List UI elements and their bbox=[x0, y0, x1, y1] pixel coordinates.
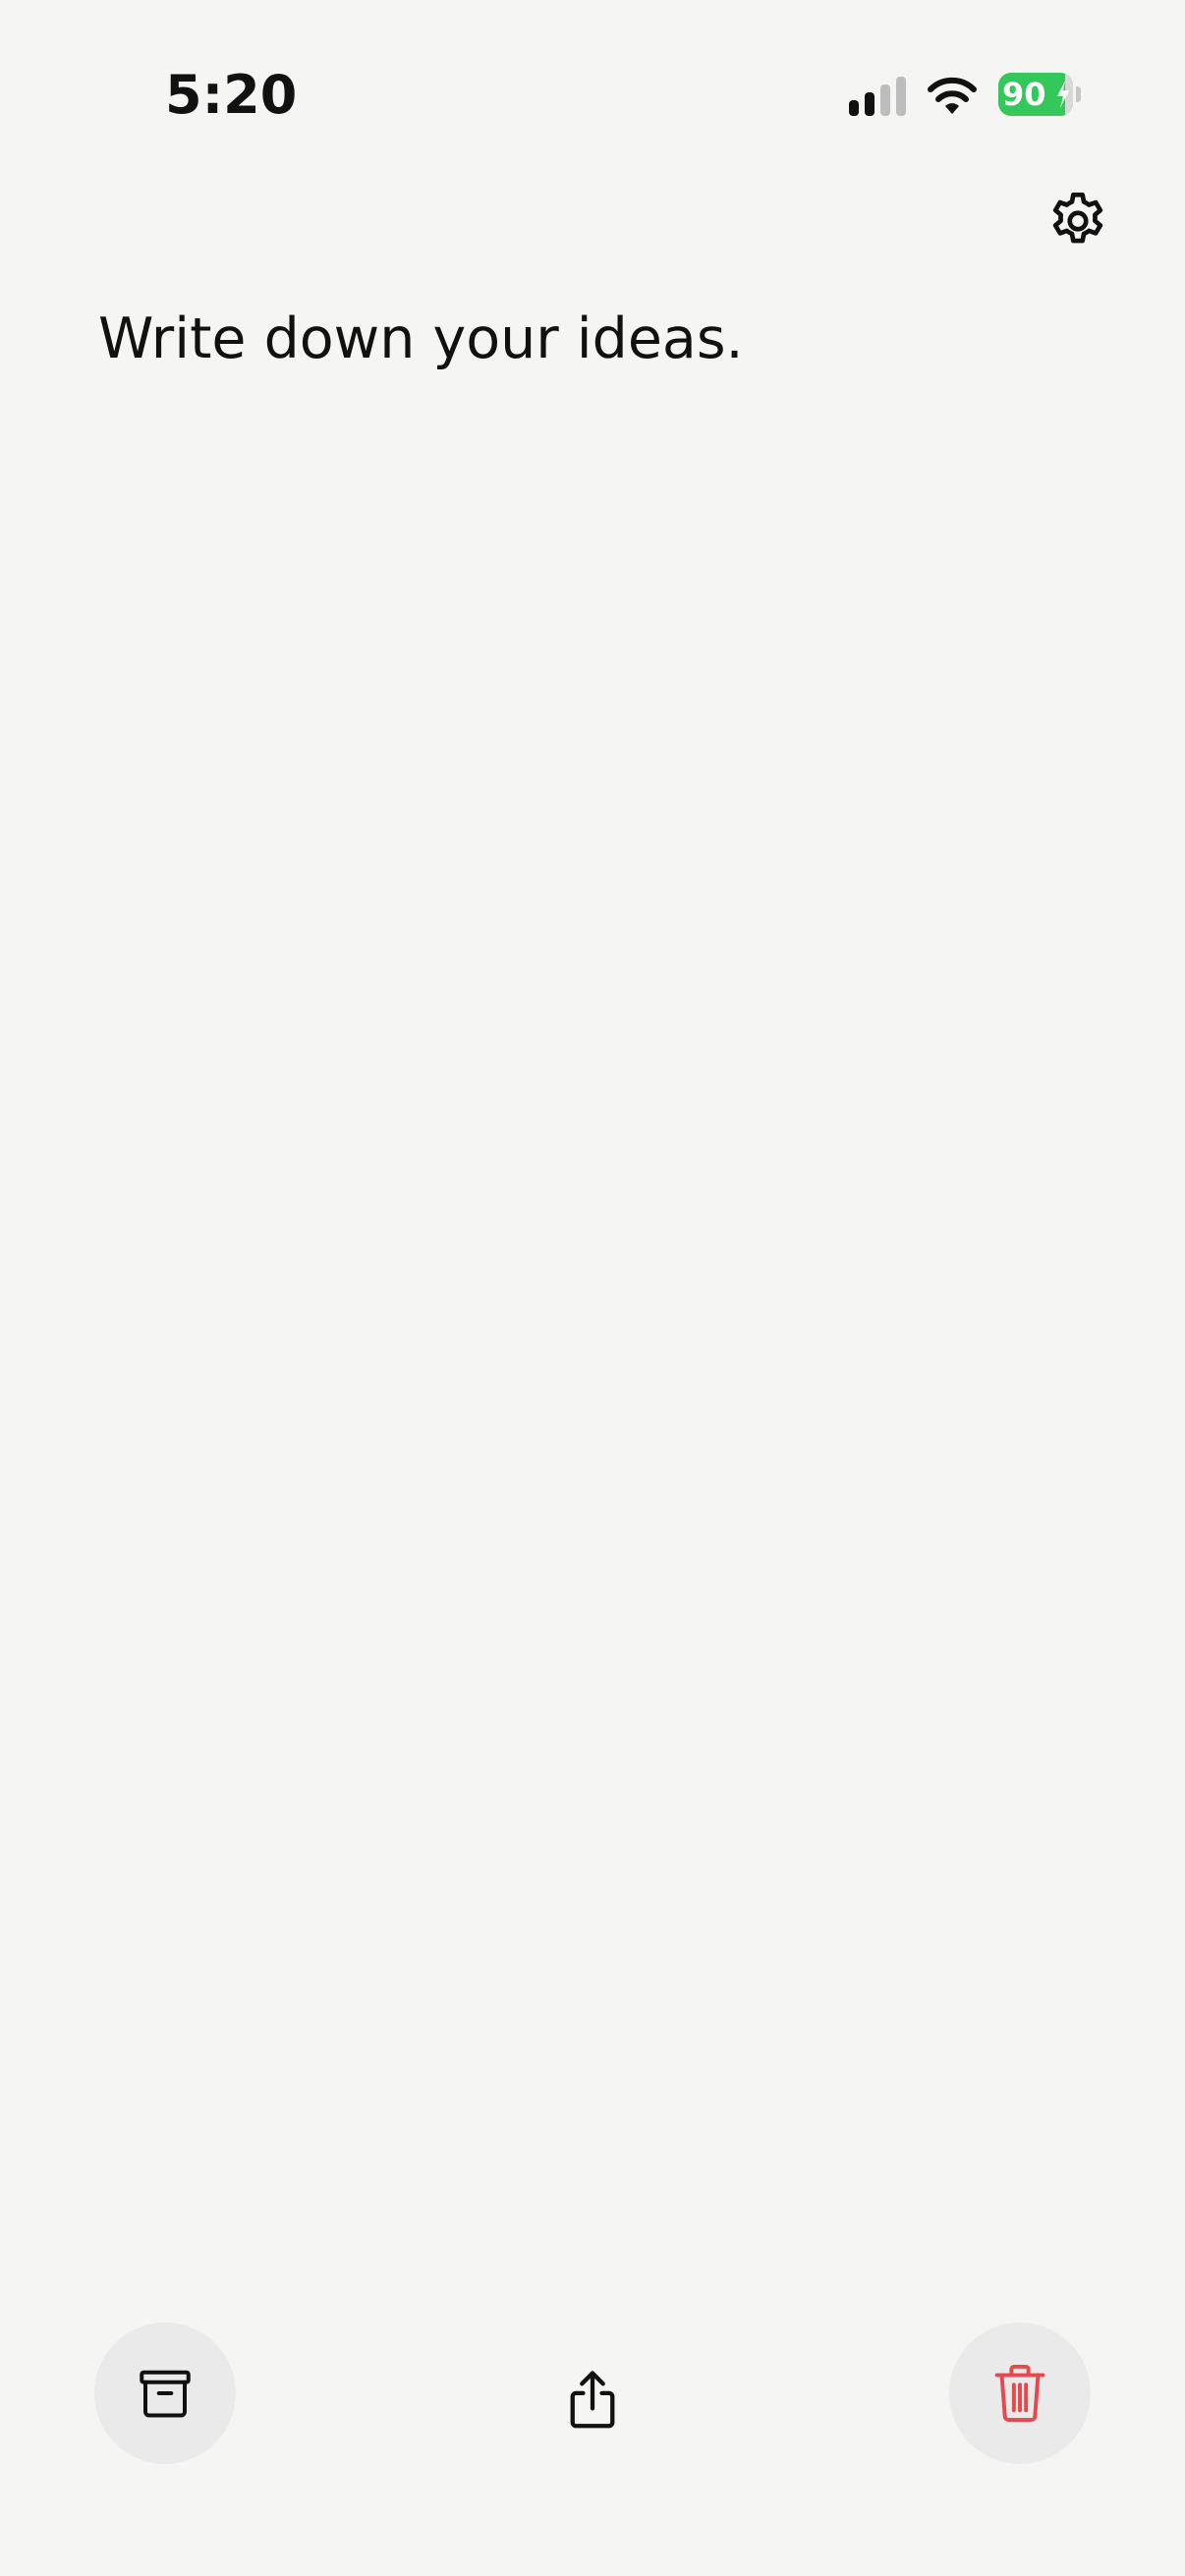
bolt-icon bbox=[1057, 81, 1069, 108]
gear-icon bbox=[1052, 192, 1103, 244]
wifi-icon bbox=[928, 77, 977, 114]
cellular-signal-icon bbox=[849, 77, 906, 116]
archive-box-icon bbox=[140, 2370, 191, 2418]
battery-level: 90 bbox=[1002, 76, 1046, 113]
editor-placeholder: Write down your ideas. bbox=[98, 307, 744, 371]
note-editor[interactable]: Write down your ideas. bbox=[98, 295, 1087, 2260]
delete-button[interactable] bbox=[949, 2323, 1091, 2464]
app-screen: 5:20 90 Write down your ideas. bbox=[0, 0, 1185, 2576]
status-time: 5:20 bbox=[165, 64, 298, 126]
battery-body: 90 bbox=[998, 73, 1073, 116]
share-icon bbox=[570, 2371, 615, 2429]
status-bar: 5:20 90 bbox=[0, 0, 1185, 187]
battery-indicator: 90 bbox=[998, 73, 1081, 116]
settings-button[interactable] bbox=[1040, 183, 1116, 259]
archive-button[interactable] bbox=[94, 2323, 236, 2464]
trash-icon bbox=[994, 2364, 1045, 2423]
share-button[interactable] bbox=[550, 2358, 635, 2442]
battery-cap bbox=[1076, 86, 1081, 102]
